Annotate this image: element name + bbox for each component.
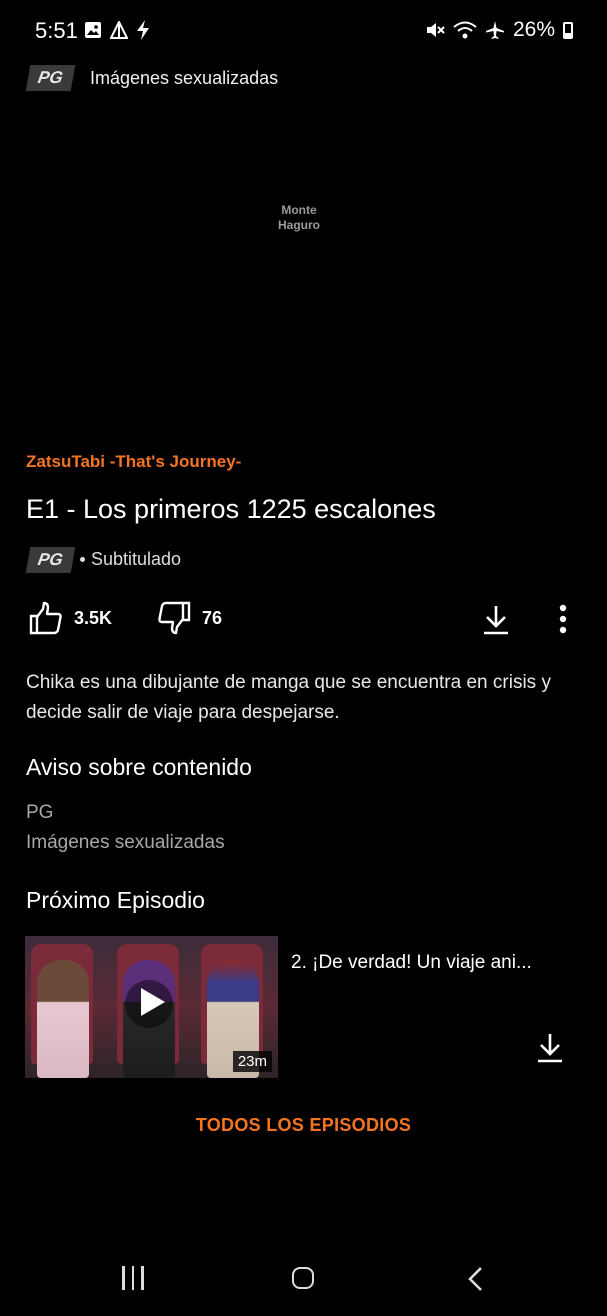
back-button[interactable] [466,1266,484,1297]
recent-apps-icon-bar [131,1266,134,1290]
charging-icon [137,20,149,40]
episode-description: Chika es una dibujante de manga que se e… [26,672,551,723]
play-icon [141,988,165,1016]
audio-type: Subtitulado [80,549,181,570]
content-warning-rating: PG [26,802,54,823]
download-icon [538,1034,562,1063]
status-system-icons: 26% [425,18,573,42]
content-warning-descriptor: Imágenes sexualizadas [26,832,225,853]
content-warning-heading: Aviso sobre contenido [26,754,252,780]
mute-icon [426,23,445,37]
next-episode-heading: Próximo Episodio [26,887,205,913]
more-options-button[interactable] [553,603,573,640]
battery-icon [563,21,573,39]
recent-apps-icon-bar [122,1266,125,1290]
more-vertical-icon [559,604,567,634]
like-count: 3.5K [74,607,113,628]
duration-badge: 23m [232,1051,272,1072]
recent-apps-button[interactable] [122,1266,144,1290]
audio-type-label: Subtitulado [91,549,182,569]
series-title-link[interactable]: ZatsuTabi -That's Journey- [26,452,241,472]
video-watermark: Monte Haguro [278,203,320,232]
rating-descriptor-overlay: Imágenes sexualizadas [90,68,279,88]
status-time: 5:51 [35,18,78,43]
thumbs-up-icon [29,601,62,635]
thumbnail-character [37,960,89,1078]
episode-title: E1 - Los primeros 1225 escalones [26,494,436,524]
status-notification-icons [84,20,150,40]
home-button[interactable] [292,1267,314,1289]
next-episode-title[interactable]: 2. ¡De verdad! Un viaje ani... [291,952,571,974]
wifi-icon [453,21,477,39]
recent-apps-icon-bar [141,1266,144,1290]
gallery-icon [85,22,101,38]
battery-percent: 26% [512,18,555,41]
rating-badge-overlay: PG [25,65,75,91]
airplane-icon [485,21,504,39]
download-icon [484,606,508,635]
dislike-count: 76 [202,607,223,628]
like-button[interactable]: 3.5K [28,600,112,636]
download-next-episode-button[interactable] [536,1032,564,1069]
download-episode-button[interactable] [482,604,510,641]
next-episode-thumbnail[interactable]: 23m [25,936,278,1078]
app-notification-icon [110,21,128,39]
back-icon [468,1267,482,1291]
episode-rating-badge: PG [25,547,75,573]
all-episodes-button[interactable]: TODOS LOS EPISODIOS [0,1115,607,1136]
dislike-button[interactable]: 76 [156,600,222,636]
thumbs-down-icon [158,601,191,635]
separator-dot [80,557,85,562]
